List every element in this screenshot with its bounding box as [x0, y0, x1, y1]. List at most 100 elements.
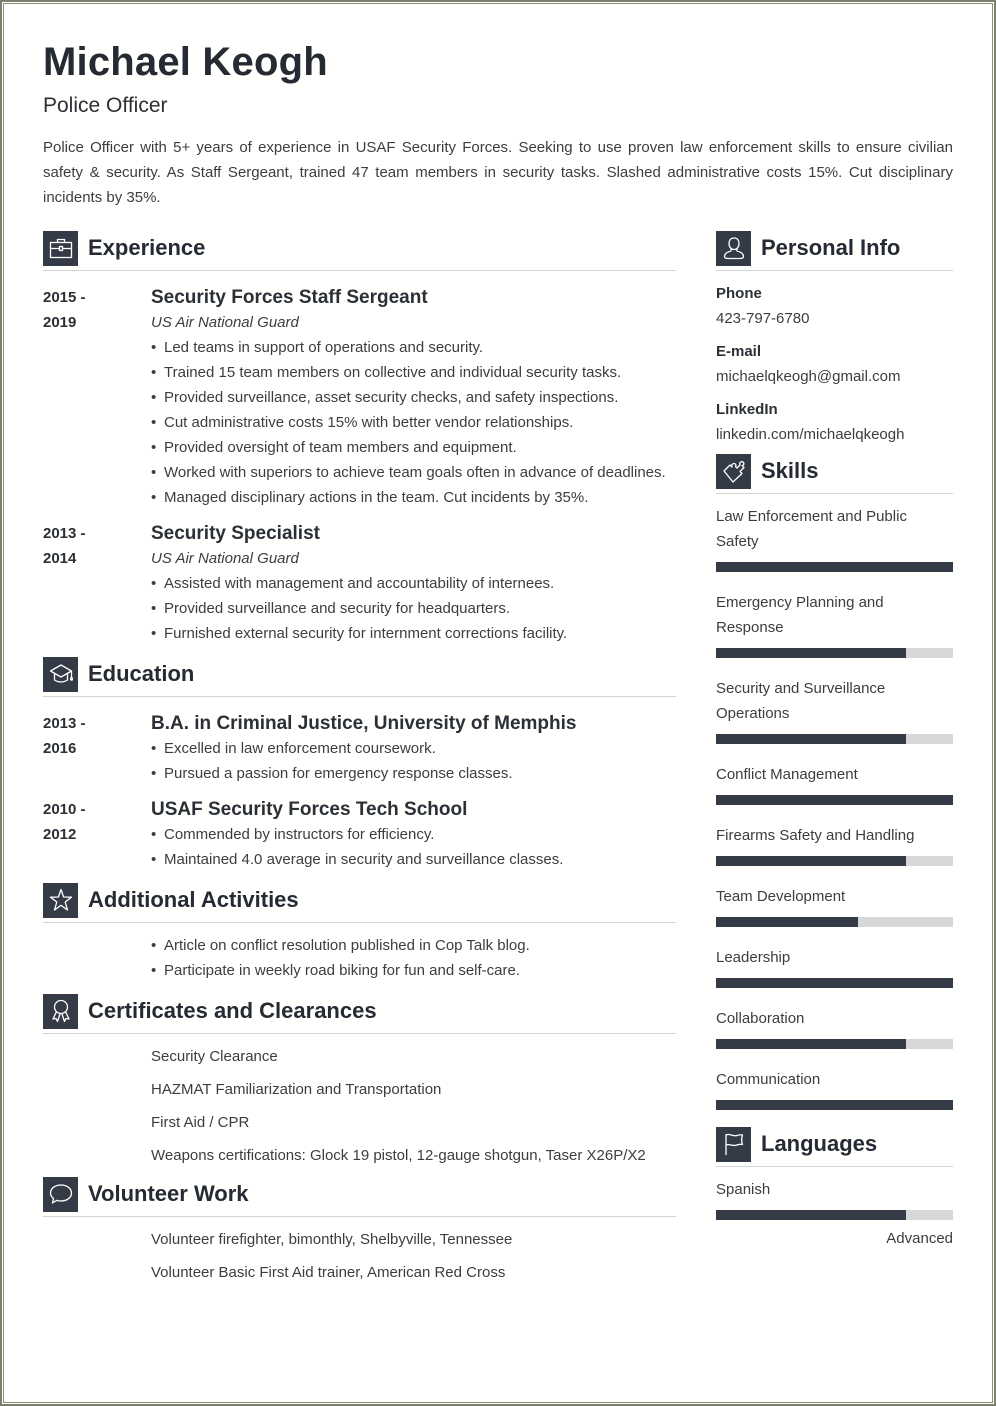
entry-body: Security Forces Staff Sergeant US Air Na… [151, 285, 676, 510]
bullet-item: Provided surveillance, asset security ch… [151, 385, 676, 410]
languages-list: Spanish Advanced [716, 1177, 953, 1251]
language-level-label: Advanced [886, 1230, 953, 1247]
skill-level-fill [716, 1100, 953, 1110]
bullet-list: Led teams in support of operations and s… [151, 335, 676, 510]
volunteer-item: Volunteer firefighter, bimonthly, Shelby… [151, 1231, 513, 1248]
email-label: E-mail [716, 343, 762, 360]
education-section: Education 2013 - 2016 B.A. in Criminal J… [43, 656, 676, 872]
skill-item: Team Development [716, 884, 953, 927]
languages-title: Languages [761, 1131, 878, 1156]
bullet-item: Led teams in support of operations and s… [151, 335, 676, 360]
experience-entry: 2013 - 2014 Security Specialist US Air N… [43, 521, 676, 646]
bullet-item: Pursued a passion for emergency response… [151, 761, 676, 786]
volunteer-item: Volunteer Basic First Aid trainer, Ameri… [151, 1264, 506, 1281]
skill-item: Conflict Management [716, 762, 953, 805]
job-title: Security Forces Staff Sergeant [151, 287, 428, 308]
certificate-item: Weapons certifications: Glock 19 pistol,… [151, 1147, 646, 1164]
date-start: 2013 - [43, 715, 86, 732]
employer: US Air National Guard [151, 550, 299, 567]
phone-value: 423-797-6780 [716, 310, 810, 327]
user-icon [716, 230, 751, 266]
entry-dates: 2013 - 2014 [43, 521, 151, 646]
star-icon [43, 882, 78, 918]
skill-level-bar [716, 734, 953, 744]
bullet-item: Trained 15 team members on collective an… [151, 360, 676, 385]
skill-name: Team Development [716, 888, 846, 905]
date-start: 2010 - [43, 801, 86, 818]
date-start: 2015 - [43, 289, 86, 306]
entry-body: Security Specialist US Air National Guar… [151, 521, 676, 646]
volunteer-section: Volunteer Work Volunteer firefighter, bi… [43, 1176, 676, 1285]
skill-level-bar [716, 856, 953, 866]
briefcase-icon [43, 230, 78, 266]
education-entry: 2010 - 2012 USAF Security Forces Tech Sc… [43, 797, 676, 872]
bullet-item: Maintained 4.0 average in security and s… [151, 847, 676, 872]
skill-level-bar [716, 1039, 953, 1049]
personal-info-fields: Phone 423-797-6780 E-mail michaelqkeogh@… [716, 281, 953, 447]
experience-entry: 2015 - 2019 Security Forces Staff Sergea… [43, 285, 676, 510]
certificates-section: Certificates and Clearances Security Cle… [43, 993, 676, 1168]
education-entry: 2013 - 2016 B.A. in Criminal Justice, Un… [43, 711, 676, 786]
speech-bubble-icon [43, 1176, 78, 1212]
language-level-bar [716, 1210, 953, 1220]
skill-name: Conflict Management [716, 766, 858, 783]
bullet-item: Furnished external security for internme… [151, 621, 676, 646]
graduation-cap-icon [43, 656, 78, 692]
certificate-item: HAZMAT Familiarization and Transportatio… [151, 1081, 442, 1098]
skill-name: Law Enforcement and Public Safety [716, 508, 907, 550]
languages-header: Languages [716, 1126, 953, 1167]
bullet-item: Managed disciplinary actions in the team… [151, 485, 676, 510]
skill-name: Communication [716, 1071, 821, 1088]
skills-title: Skills [761, 458, 819, 483]
date-end: 2016 [43, 740, 77, 757]
skill-level-bar [716, 978, 953, 988]
linkedin-label: LinkedIn [716, 401, 778, 418]
bullet-list: Commended by instructors for efficiency.… [151, 822, 676, 872]
volunteer-list: Volunteer firefighter, bimonthly, Shelby… [151, 1227, 676, 1285]
skill-item: Security and Surveillance Operations [716, 676, 953, 744]
linkedin-value[interactable]: linkedin.com/michaelqkeogh [716, 422, 953, 447]
skill-item: Emergency Planning and Response [716, 590, 953, 658]
experience-section: Experience 2015 - 2019 Security Forces S… [43, 230, 676, 646]
bullet-list: Excelled in law enforcement coursework. … [151, 736, 676, 786]
activities-title: Additional Activities [88, 887, 299, 912]
experience-title: Experience [88, 235, 206, 260]
phone-label: Phone [716, 285, 762, 302]
bullet-item: Participate in weekly road biking for fu… [151, 958, 676, 983]
bullet-item: Excelled in law enforcement coursework. [151, 736, 676, 761]
summary: Police Officer with 5+ years of experien… [43, 139, 953, 206]
skill-level-bar [716, 562, 953, 572]
bullet-item: Assisted with management and accountabil… [151, 571, 676, 596]
skill-item: Communication [716, 1067, 953, 1110]
volunteer-header: Volunteer Work [43, 1176, 676, 1217]
skill-item: Leadership [716, 945, 953, 988]
bullet-item: Worked with superiors to achieve team go… [151, 460, 676, 485]
skill-item: Law Enforcement and Public Safety [716, 504, 953, 572]
activities-section: Additional Activities Article on conflic… [43, 882, 676, 983]
language-level-fill [716, 1210, 906, 1220]
personal-info-section: Personal Info Phone 423-797-6780 E-mail … [716, 230, 953, 447]
education-title: Education [88, 661, 195, 686]
skill-name: Security and Surveillance Operations [716, 680, 886, 722]
bullet-item: Commended by instructors for efficiency. [151, 822, 676, 847]
email-value[interactable]: michaelqkeogh@gmail.com [716, 364, 953, 389]
skill-level-fill [716, 917, 859, 927]
language-item: Spanish Advanced [716, 1177, 953, 1251]
flag-icon [716, 1126, 751, 1162]
sidebar-column: Personal Info Phone 423-797-6780 E-mail … [716, 230, 953, 1251]
personal-info-title: Personal Info [761, 235, 901, 260]
personal-info-header: Personal Info [716, 230, 953, 271]
experience-header: Experience [43, 230, 676, 271]
skill-level-fill [716, 734, 906, 744]
skill-name: Collaboration [716, 1010, 805, 1027]
skill-level-bar [716, 648, 953, 658]
bullet-list: Article on conflict resolution published… [151, 933, 676, 983]
education-header: Education [43, 656, 676, 697]
bullet-item: Cut administrative costs 15% with better… [151, 410, 676, 435]
skill-name: Leadership [716, 949, 791, 966]
date-end: 2014 [43, 550, 77, 567]
degree-title: USAF Security Forces Tech School [151, 799, 468, 820]
puzzle-piece-icon [716, 453, 751, 489]
date-start: 2013 - [43, 525, 86, 542]
skill-level-bar [716, 917, 953, 927]
